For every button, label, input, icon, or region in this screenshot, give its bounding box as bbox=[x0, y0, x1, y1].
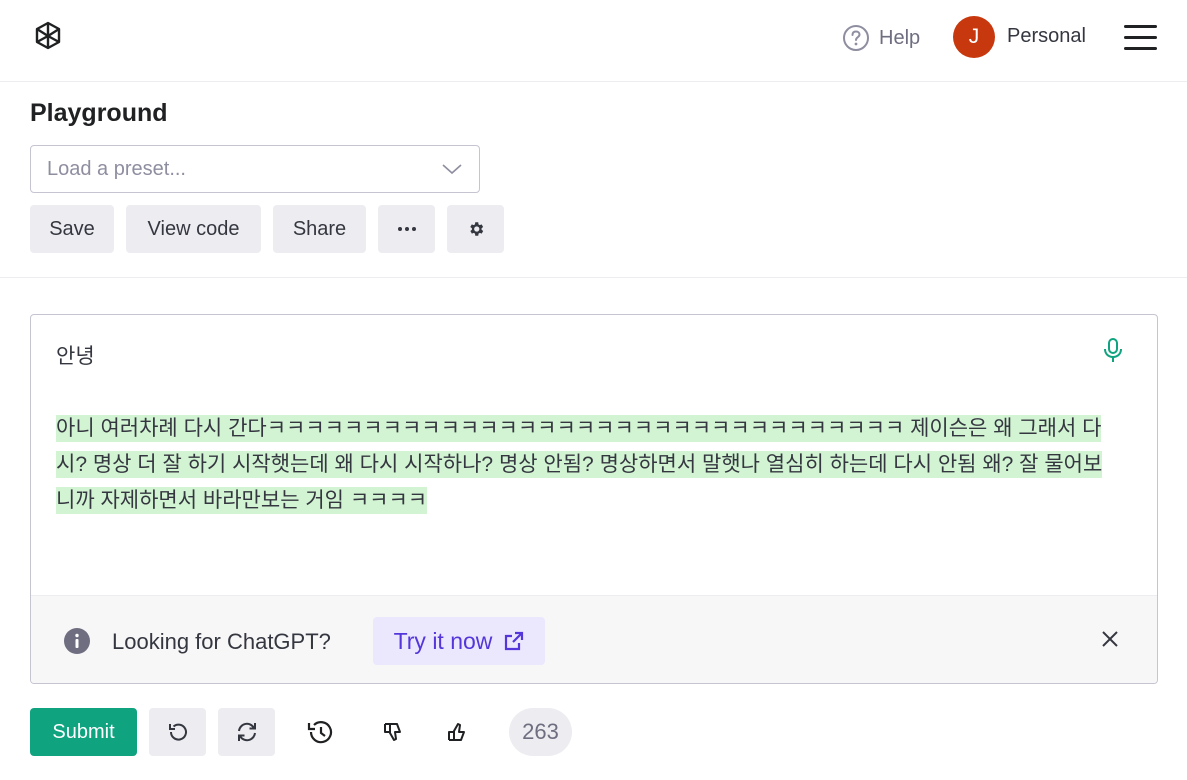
avatar[interactable]: J bbox=[953, 16, 995, 58]
chatgpt-banner: Looking for ChatGPT? Try it now bbox=[31, 595, 1157, 683]
gear-icon bbox=[469, 222, 483, 236]
undo-icon bbox=[168, 723, 187, 741]
thumbs-down-icon bbox=[384, 723, 401, 741]
completion-text: 아니 여러차례 다시 간다ㅋㅋㅋㅋㅋㅋㅋㅋㅋㅋㅋㅋㅋㅋㅋㅋㅋㅋㅋㅋㅋㅋㅋㅋㅋㅋㅋ… bbox=[56, 411, 1106, 519]
save-button[interactable]: Save bbox=[30, 205, 114, 253]
more-button[interactable] bbox=[378, 205, 435, 253]
chevron-down-icon bbox=[442, 164, 462, 175]
submit-button[interactable]: Submit bbox=[30, 708, 137, 756]
preset-select[interactable]: Load a preset... bbox=[30, 145, 480, 193]
microphone-icon[interactable] bbox=[1103, 337, 1123, 365]
hamburger-menu-icon[interactable] bbox=[1123, 24, 1159, 52]
try-it-now-label: Try it now bbox=[393, 627, 493, 654]
page-title: Playground bbox=[30, 99, 168, 127]
help-icon bbox=[843, 25, 869, 51]
history-button[interactable] bbox=[294, 708, 344, 756]
thumbs-up-icon bbox=[448, 723, 465, 741]
account-label[interactable]: Personal bbox=[1007, 25, 1086, 48]
view-code-button[interactable]: View code bbox=[126, 205, 261, 253]
history-icon bbox=[307, 721, 333, 744]
settings-button[interactable] bbox=[447, 205, 504, 253]
help-link[interactable]: Help bbox=[842, 24, 920, 52]
try-it-now-link[interactable]: Try it now bbox=[373, 617, 545, 665]
top-bar: Help J Personal bbox=[0, 0, 1187, 82]
token-count: 263 bbox=[509, 708, 572, 756]
regenerate-button[interactable] bbox=[218, 708, 275, 756]
external-link-icon bbox=[505, 631, 524, 651]
regenerate-icon bbox=[237, 722, 256, 742]
undo-button[interactable] bbox=[149, 708, 206, 756]
prompt-editor[interactable]: 안녕 아니 여러차례 다시 간다ㅋㅋㅋㅋㅋㅋㅋㅋㅋㅋㅋㅋㅋㅋㅋㅋㅋㅋㅋㅋㅋㅋㅋㅋ… bbox=[30, 314, 1158, 684]
banner-text: Looking for ChatGPT? bbox=[112, 629, 331, 654]
openai-logo-icon[interactable] bbox=[30, 19, 66, 55]
thumbs-up-button[interactable] bbox=[434, 708, 480, 756]
close-icon[interactable] bbox=[1101, 630, 1119, 648]
preset-placeholder: Load a preset... bbox=[47, 158, 186, 180]
thumbs-down-button[interactable] bbox=[370, 708, 416, 756]
info-icon bbox=[64, 628, 90, 654]
help-label: Help bbox=[879, 26, 921, 49]
ellipsis-icon bbox=[397, 227, 416, 231]
completion-highlight: 아니 여러차례 다시 간다ㅋㅋㅋㅋㅋㅋㅋㅋㅋㅋㅋㅋㅋㅋㅋㅋㅋㅋㅋㅋㅋㅋㅋㅋㅋㅋㅋ… bbox=[56, 415, 1103, 514]
prompt-text: 안녕 bbox=[56, 345, 95, 368]
section-divider bbox=[0, 277, 1187, 278]
share-button[interactable]: Share bbox=[273, 205, 366, 253]
